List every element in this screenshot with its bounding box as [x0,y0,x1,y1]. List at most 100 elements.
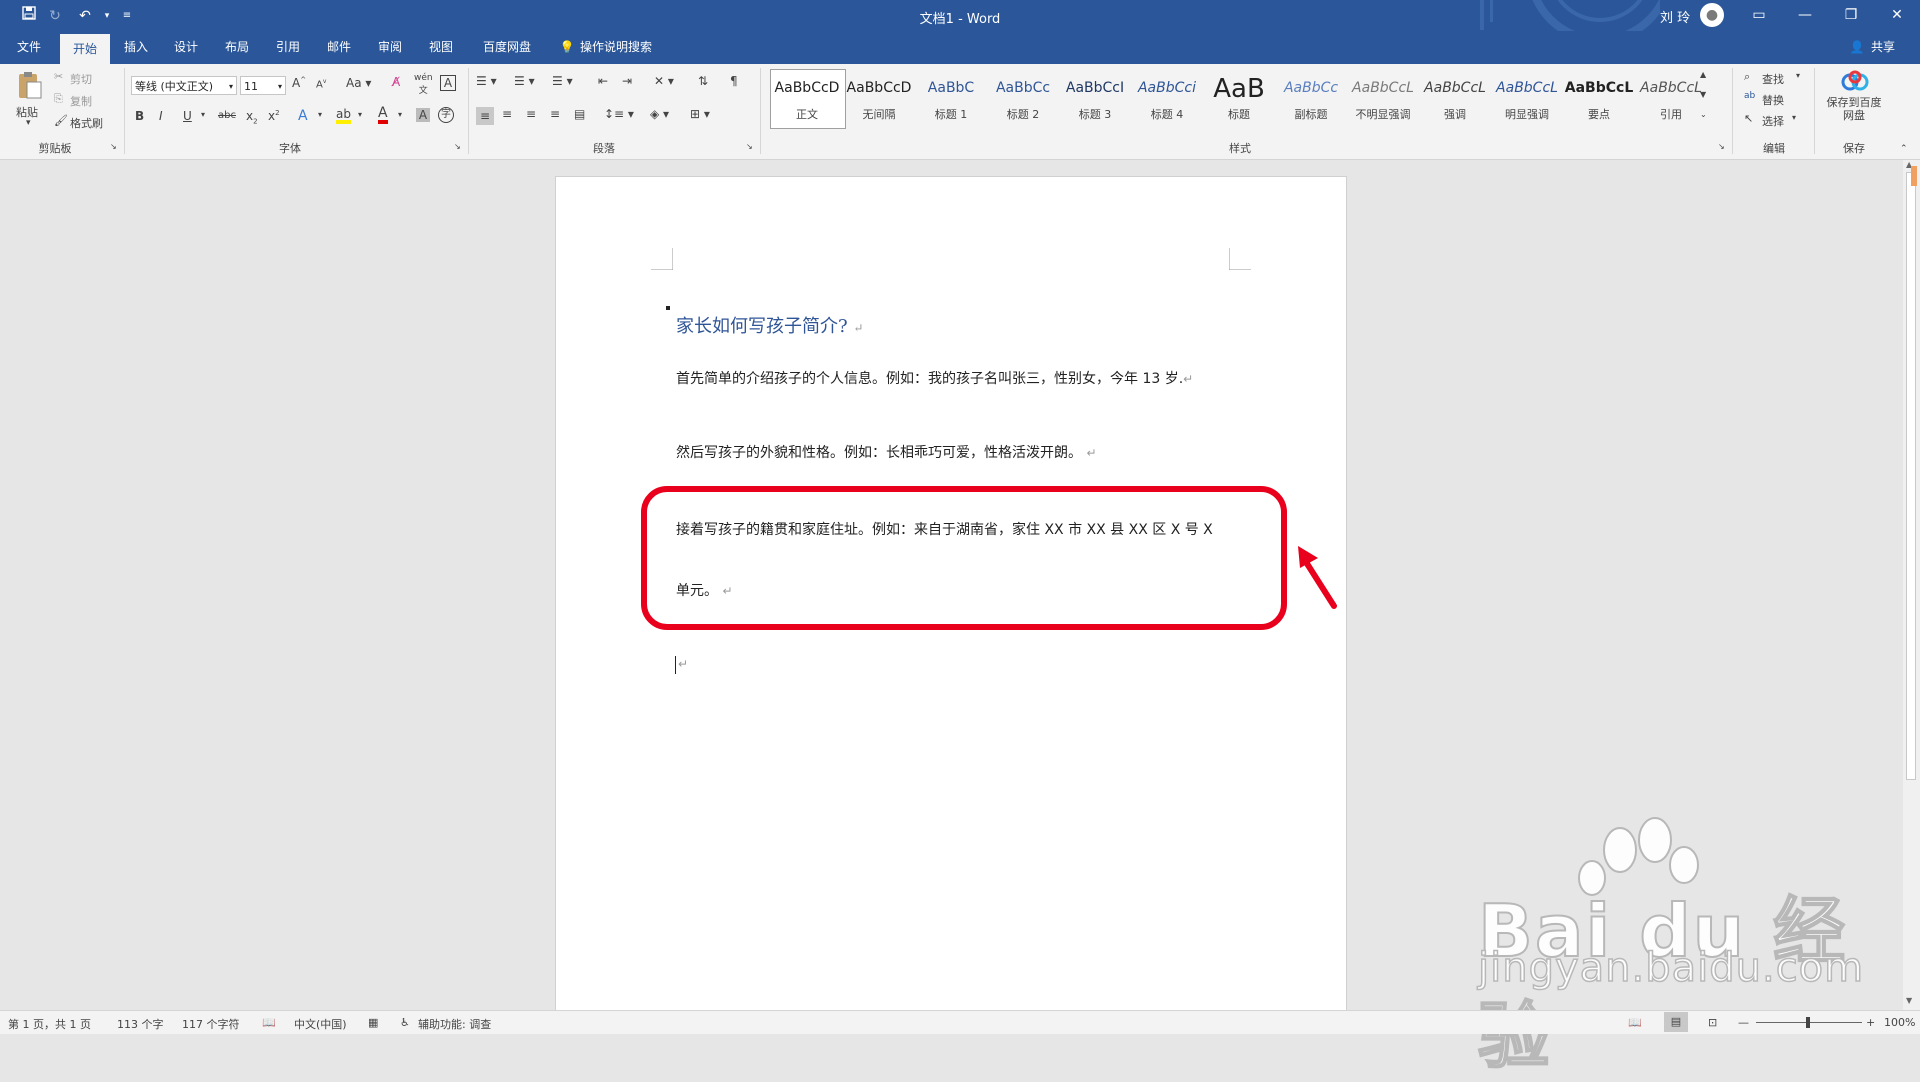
web-layout-icon[interactable]: ⊡ [1708,1016,1717,1029]
restore-button[interactable]: ❐ [1828,0,1874,31]
zoom-out-icon[interactable]: — [1738,1016,1749,1029]
tab-layout[interactable]: 布局 [215,31,259,64]
style-item[interactable]: AaBbCcD 正文 [772,72,842,128]
align-left-icon[interactable]: ≡ [476,107,494,125]
distributed-icon[interactable]: ▤ [574,107,585,121]
tab-home[interactable]: 开始 [60,34,110,64]
redo-icon[interactable]: ↻ [44,6,66,26]
italic-icon[interactable]: I [159,109,163,123]
paste-icon[interactable] [14,70,44,100]
style-item[interactable]: AaBbCcL 明显强调 [1492,72,1562,128]
decrease-indent-icon[interactable]: ⇤ [598,74,608,88]
shrink-font-icon[interactable]: Av [316,78,326,90]
bold-icon[interactable]: B [135,109,144,123]
format-painter-button[interactable]: 格式刷 [70,115,103,131]
zoom-level[interactable]: 100% [1884,1016,1915,1029]
tab-insert[interactable]: 插入 [114,31,158,64]
cut-button[interactable]: 剪切 [70,71,92,87]
superscript-icon[interactable]: x2 [268,109,280,123]
paragraph-1[interactable]: 首先简单的介绍孩子的个人信息。例如：我的孩子名叫张三，性别女，今年 13 岁.↵ [676,368,1193,388]
borders-icon[interactable]: ⊞ ▾ [690,107,710,121]
text-effects-icon[interactable]: A [298,108,308,124]
read-mode-icon[interactable]: 📖 [1628,1016,1642,1029]
show-marks-icon[interactable]: ¶ [730,74,738,88]
chevron-down-icon[interactable]: ▾ [1792,113,1796,122]
copy-button[interactable]: 复制 [70,93,92,109]
chevron-down-icon[interactable]: ▾ [398,110,402,119]
subscript-icon[interactable]: x2 [246,109,258,125]
chinese-layout-icon[interactable]: ✕ ▾ [654,74,674,88]
font-color-icon[interactable]: A [378,106,388,124]
macro-icon[interactable]: ▦ [368,1016,378,1029]
copy-icon[interactable]: ⎘ [54,92,63,106]
strikethrough-icon[interactable]: abc [218,110,236,121]
sort-icon[interactable]: ⇅ [698,74,708,88]
style-item[interactable]: AaBbCcD 无间隔 [844,72,914,128]
save-icon[interactable] [18,6,40,26]
font-size-combo[interactable]: 11 ▾ [240,76,286,95]
share-button[interactable]: 共享 [1866,31,1900,64]
justify-icon[interactable]: ≡ [550,107,560,121]
replace-button[interactable]: 替换 [1762,92,1784,108]
accessibility-status[interactable]: 辅助功能: 调查 [418,1016,491,1032]
tab-mailings[interactable]: 邮件 [317,31,361,64]
char-count[interactable]: 117 个字符 [182,1016,240,1032]
format-painter-icon[interactable]: 🖌 [54,114,68,127]
style-item[interactable]: AaBbCcL 不明显强调 [1348,72,1418,128]
bullets-icon[interactable]: ☰ ▾ [476,74,497,88]
find-button[interactable]: 查找 [1762,71,1784,87]
collapse-ribbon-icon[interactable]: ⌃ [1900,144,1908,154]
change-case-icon[interactable]: Aa ▾ [346,76,371,90]
style-item[interactable]: AaBbCcI 标题 3 [1060,72,1130,128]
enclose-characters-icon[interactable]: 字 [438,107,454,123]
minimize-button[interactable]: — [1782,0,1828,31]
tab-file[interactable]: 文件 [6,31,52,64]
style-item[interactable]: AaBbCc 副标题 [1276,72,1346,128]
styles-more-icon[interactable]: ⌄ [1700,110,1707,119]
align-center-icon[interactable]: ≡ [502,107,512,121]
increase-indent-icon[interactable]: ⇥ [622,74,632,88]
save-to-baidu-button[interactable]: 保存到百度网盘 [1826,96,1882,122]
character-border-icon[interactable]: A [440,75,456,91]
chevron-down-icon[interactable]: ▾ [201,110,205,119]
select-button[interactable]: 选择 [1762,113,1784,129]
zoom-in-icon[interactable]: + [1866,1016,1875,1029]
page-count[interactable]: 第 1 页，共 1 页 [8,1016,91,1032]
document-heading[interactable]: 家长如何写孩子简介? ↵ [676,312,863,338]
chevron-down-icon[interactable]: ▾ [318,110,322,119]
paragraph-2[interactable]: 然后写孩子的外貌和性格。例如：长相乖巧可爱，性格活泼开朗。 ↵ [676,442,1097,462]
grow-font-icon[interactable]: A^ [292,76,306,90]
style-item[interactable]: AaB 标题 [1204,72,1274,128]
highlight-color-icon[interactable]: ab [336,108,351,124]
font-launcher-icon[interactable]: ↘ [454,142,461,151]
line-spacing-icon[interactable]: ↕≡ ▾ [604,107,634,121]
tab-review[interactable]: 审阅 [368,31,412,64]
customize-quick-access-icon[interactable]: ≡ [116,6,138,26]
styles-launcher-icon[interactable]: ↘ [1718,142,1725,151]
word-count[interactable]: 113 个字 [117,1016,164,1032]
avatar[interactable]: ● [1700,3,1724,27]
baidu-netdisk-icon[interactable] [1840,70,1870,95]
tab-baidu-netdisk[interactable]: 百度网盘 [474,31,540,64]
tab-design[interactable]: 设计 [164,31,208,64]
phonetic-guide-icon[interactable]: wén 文 [414,73,433,96]
tab-references[interactable]: 引用 [266,31,310,64]
style-item[interactable]: AaBbCcL 引用 [1636,72,1706,128]
style-item[interactable]: AaBbCc 标题 2 [988,72,1058,128]
font-name-combo[interactable]: 等线 (中文正文) ▾ [131,76,237,95]
clipboard-launcher-icon[interactable]: ↘ [110,142,117,151]
paragraph-launcher-icon[interactable]: ↘ [746,142,753,151]
style-item[interactable]: AaBbCcL 要点 [1564,72,1634,128]
multilevel-list-icon[interactable]: ☰ ▾ [552,74,573,88]
styles-scroll-up-icon[interactable]: ▲ [1700,70,1706,79]
chevron-down-icon[interactable]: ▾ [1796,71,1800,80]
style-item[interactable]: AaBbCcL 强调 [1420,72,1490,128]
styles-scroll-down-icon[interactable]: ▼ [1700,90,1706,99]
print-layout-icon[interactable]: ▤ [1664,1012,1688,1032]
style-item[interactable]: AaBbC 标题 1 [916,72,986,128]
tell-me-search[interactable]: 操作说明搜索 [580,31,660,64]
align-right-icon[interactable]: ≡ [526,107,536,121]
scrollbar-thumb[interactable] [1906,172,1916,780]
close-button[interactable]: ✕ [1874,0,1920,31]
paste-dropdown-icon[interactable]: ▾ [26,118,31,128]
